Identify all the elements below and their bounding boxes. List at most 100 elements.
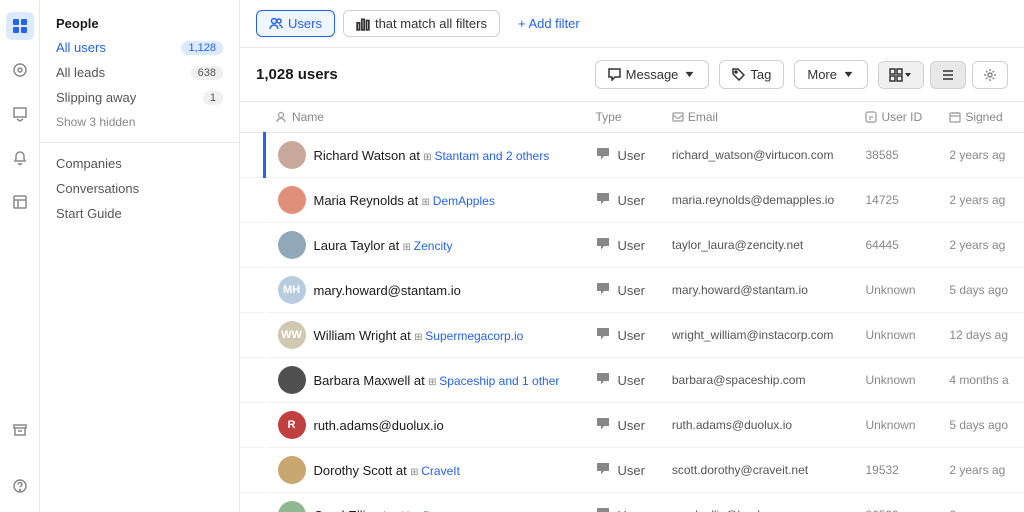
users-chip-icon <box>269 17 283 31</box>
avatar <box>278 501 306 512</box>
main-content: Users that match all filters + Add filte… <box>240 0 1024 512</box>
user-name: ruth.adams@duolux.io <box>314 418 444 433</box>
row-user-id: Unknown <box>853 268 937 313</box>
row-type: User <box>584 493 660 512</box>
col-signedup-header[interactable]: Signed <box>937 102 1024 133</box>
row-user-id: 38585 <box>853 133 937 178</box>
left-navigation: People All users 1,128 All leads 638 Sli… <box>40 0 240 512</box>
col-name-header[interactable]: Name <box>264 102 584 133</box>
row-email: barbara@spaceship.com <box>660 358 854 403</box>
row-email: wright_william@instacorp.com <box>660 313 854 358</box>
nav-item-badge: 638 <box>191 66 223 80</box>
tag-button[interactable]: Tag <box>719 60 784 89</box>
settings-view-button[interactable] <box>972 61 1008 89</box>
target-icon[interactable] <box>6 56 34 84</box>
match-filter-chip[interactable]: that match all filters <box>343 10 500 37</box>
chat-bubble-icon <box>596 372 610 389</box>
home-icon[interactable] <box>6 12 34 40</box>
row-user-id: 86539 <box>853 493 937 512</box>
table-row[interactable]: Dorothy Scott at ⊞ CraveItUserscott.doro… <box>240 448 1024 493</box>
chat-bubble-icon <box>596 282 610 299</box>
row-check <box>240 178 264 223</box>
col-userid-header[interactable]: User ID <box>853 102 937 133</box>
users-table-wrapper: Name Type Email User ID <box>240 102 1024 512</box>
message-dropdown-icon <box>683 68 696 81</box>
table-row[interactable]: MHmary.howard@stantam.ioUsermary.howard@… <box>240 268 1024 313</box>
archive-icon[interactable] <box>6 416 34 444</box>
company-name[interactable]: ⊞ Zencity <box>399 239 452 253</box>
row-check <box>240 223 264 268</box>
row-signed-up: 2 years ag <box>937 223 1024 268</box>
row-type: User <box>584 403 660 448</box>
company-name[interactable]: ⊞ DemApples <box>418 194 495 208</box>
row-check <box>240 358 264 403</box>
bar-chart-icon <box>356 17 370 31</box>
row-type: User <box>584 133 660 178</box>
table-row[interactable]: WWWilliam Wright at ⊞ Supermegacorp.ioUs… <box>240 313 1024 358</box>
view-toggle <box>878 61 924 89</box>
grid-dropdown-icon <box>903 70 913 80</box>
row-email: maria.reynolds@demapples.io <box>660 178 854 223</box>
message-icon[interactable] <box>6 100 34 128</box>
row-name: Barbara Maxwell at ⊞ Spaceship and 1 oth… <box>264 358 584 403</box>
users-chip-label: Users <box>288 16 322 31</box>
bell-icon[interactable] <box>6 144 34 172</box>
table-row[interactable]: Maria Reynolds at ⊞ DemApplesUsermaria.r… <box>240 178 1024 223</box>
row-check <box>240 313 264 358</box>
match-chip-label: that match all filters <box>375 16 487 31</box>
nav-divider <box>40 142 239 143</box>
row-check <box>240 268 264 313</box>
row-type: User <box>584 268 660 313</box>
chat-bubble-icon <box>596 507 610 512</box>
nav-item-all-leads[interactable]: All leads 638 <box>40 60 239 85</box>
company-name[interactable]: ⊞ HooBoo <box>386 509 444 512</box>
grid-icon <box>889 68 903 82</box>
row-signed-up: 2 years ag <box>937 448 1024 493</box>
table-row[interactable]: Laura Taylor at ⊞ ZencityUsertaylor_laur… <box>240 223 1024 268</box>
table-row[interactable]: Richard Watson at ⊞ Stantam and 2 others… <box>240 133 1024 178</box>
message-button[interactable]: Message <box>595 60 710 89</box>
nav-item-companies[interactable]: Companies <box>40 151 239 176</box>
nav-item-label: All users <box>56 40 106 55</box>
row-user-id: Unknown <box>853 403 937 448</box>
chat-bubble-icon <box>596 147 610 164</box>
company-name[interactable]: ⊞ Stantam and 2 others <box>420 149 549 163</box>
add-filter-button[interactable]: + Add filter <box>508 11 590 36</box>
more-button[interactable]: More <box>794 60 868 89</box>
nav-item-start-guide[interactable]: Start Guide <box>40 201 239 226</box>
tag-btn-icon <box>732 68 745 81</box>
grid-view-button[interactable] <box>879 62 923 88</box>
col-type-header[interactable]: Type <box>584 102 660 133</box>
more-dropdown-icon <box>842 68 855 81</box>
avatar: WW <box>278 321 306 349</box>
box-icon[interactable] <box>6 188 34 216</box>
row-user-id: Unknown <box>853 313 937 358</box>
row-signed-up: 2 years ag <box>937 493 1024 512</box>
row-type: User <box>584 223 660 268</box>
company-name[interactable]: ⊞ CraveIt <box>407 464 460 478</box>
help-icon[interactable] <box>6 472 34 500</box>
settings-icon <box>983 68 997 82</box>
users-filter-chip[interactable]: Users <box>256 10 335 37</box>
nav-item-label: Companies <box>56 156 122 171</box>
nav-item-all-users[interactable]: All users 1,128 <box>40 35 239 60</box>
user-name: Carol Ellis at ⊞ HooBoo <box>314 508 445 512</box>
nav-item-conversations[interactable]: Conversations <box>40 176 239 201</box>
row-user-id: 14725 <box>853 178 937 223</box>
row-signed-up: 12 days ag <box>937 313 1024 358</box>
table-row[interactable]: Rruth.adams@duolux.ioUserruth.adams@duol… <box>240 403 1024 448</box>
nav-item-badge: 1,128 <box>181 41 223 55</box>
list-view-button[interactable] <box>930 61 966 89</box>
company-name[interactable]: ⊞ Supermegacorp.io <box>411 329 524 343</box>
table-row[interactable]: Barbara Maxwell at ⊞ Spaceship and 1 oth… <box>240 358 1024 403</box>
row-type: User <box>584 313 660 358</box>
company-name[interactable]: ⊞ Spaceship and 1 other <box>425 374 560 388</box>
col-email-header[interactable]: Email <box>660 102 854 133</box>
nav-item-slipping-away[interactable]: Slipping away 1 <box>40 85 239 110</box>
row-check <box>240 493 264 512</box>
user-name: mary.howard@stantam.io <box>314 283 461 298</box>
row-type: User <box>584 358 660 403</box>
show-hidden-link[interactable]: Show 3 hidden <box>40 110 239 134</box>
table-row[interactable]: Carol Ellis at ⊞ HooBooUsercarol_ellis@h… <box>240 493 1024 512</box>
row-email: richard_watson@virtucon.com <box>660 133 854 178</box>
